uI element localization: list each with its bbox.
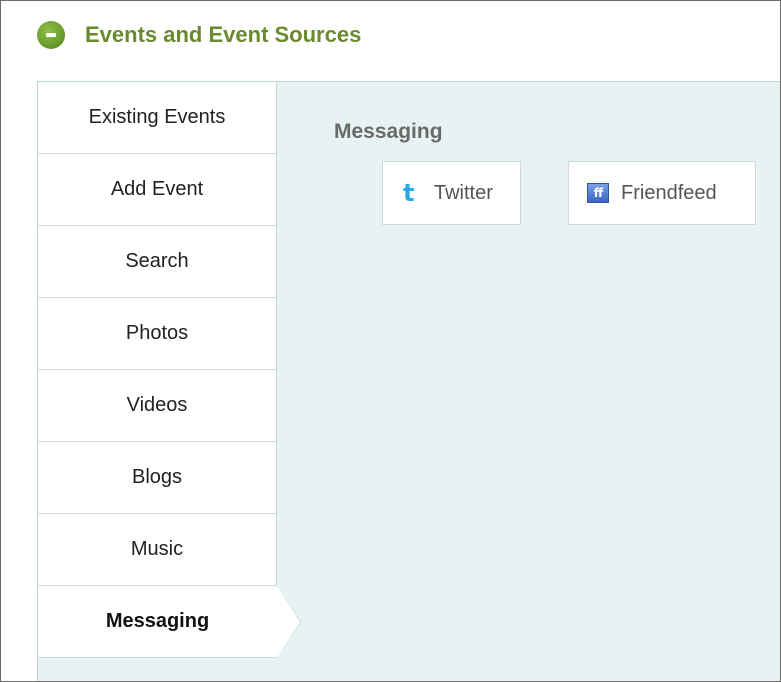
tab-panel: Existing Events Add Event Search Photos … (37, 81, 780, 681)
minus-circle-icon[interactable] (37, 21, 65, 49)
widget-header: Events and Event Sources (1, 1, 780, 67)
events-widget: Events and Event Sources Existing Events… (0, 0, 781, 682)
friendfeed-label: Friendfeed (621, 181, 717, 204)
tab-label: Music (130, 538, 184, 560)
section-title: Messaging (334, 120, 443, 143)
tab-add-event[interactable]: Add Event (38, 154, 277, 226)
tab-blogs[interactable]: Blogs (38, 442, 277, 514)
tab-label: Blogs (131, 466, 183, 488)
friendfeed-icon: ff (587, 183, 609, 203)
twitter-icon: t (403, 179, 415, 207)
tab-videos[interactable]: Videos (38, 370, 277, 442)
tab-label: Add Event (110, 178, 204, 200)
twitter-label: Twitter (434, 181, 493, 204)
tab-music[interactable]: Music (38, 514, 277, 586)
widget-title: Events and Event Sources (85, 22, 362, 47)
tab-list: Existing Events Add Event Search Photos … (38, 82, 301, 658)
tab-label: Search (125, 250, 189, 272)
friendfeed-button[interactable]: ff Friendfeed (568, 161, 756, 225)
tab-label: Photos (125, 322, 189, 344)
tab-photos[interactable]: Photos (38, 298, 277, 370)
tab-messaging[interactable]: Messaging (38, 586, 301, 658)
tab-search[interactable]: Search (38, 226, 277, 298)
tab-existing-events[interactable]: Existing Events (38, 82, 277, 154)
tab-label: Videos (126, 394, 188, 416)
tab-label: Messaging (105, 610, 210, 632)
twitter-button[interactable]: t Twitter (382, 161, 521, 225)
tab-label: Existing Events (88, 106, 226, 128)
